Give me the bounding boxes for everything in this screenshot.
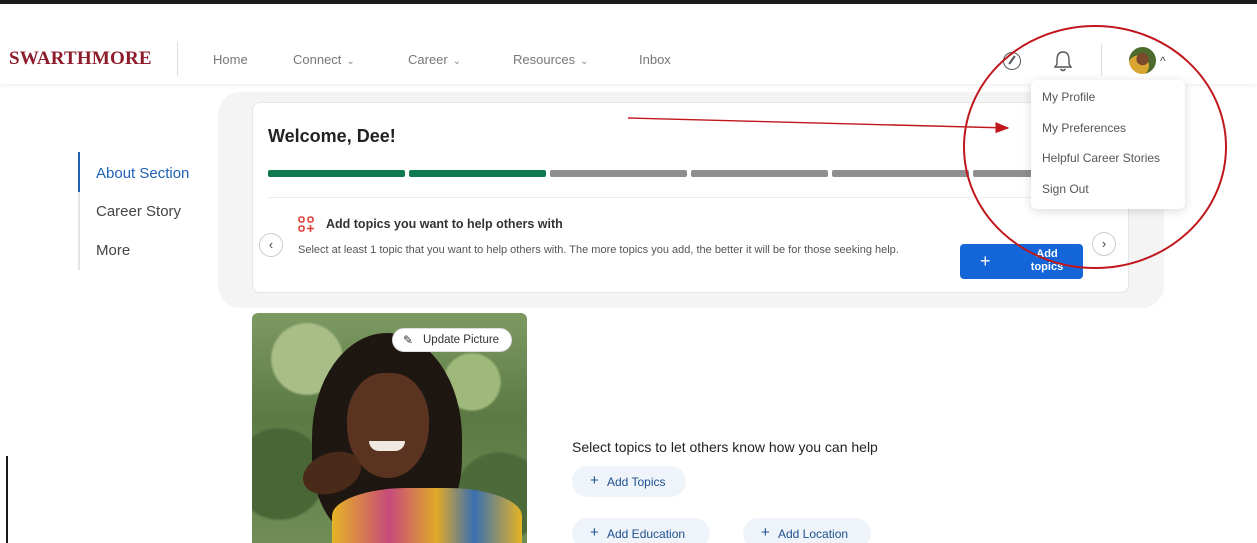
add-topics-chip[interactable]: + Add Topics (572, 466, 686, 497)
nav-career-label: Career (408, 52, 448, 67)
nav-connect-label: Connect (293, 52, 342, 67)
nav-inbox[interactable]: Inbox (639, 52, 671, 67)
progress-segment (832, 170, 969, 177)
avatar[interactable] (1129, 47, 1156, 74)
header-divider (1101, 44, 1102, 76)
step-title: Add topics you want to help others with (326, 217, 563, 231)
card-divider (268, 197, 1113, 198)
add-topics-button[interactable]: + Add topics (960, 244, 1083, 279)
menu-item-my-profile[interactable]: My Profile (1042, 90, 1095, 104)
add-topics-button-label: Add topics (1030, 248, 1064, 273)
step-description: Select at least 1 topic that you want to… (298, 244, 899, 256)
nav-inbox-label: Inbox (639, 52, 671, 67)
update-picture-label: Update Picture (423, 334, 500, 346)
chevron-left-icon: ‹ (268, 237, 274, 252)
previous-step-button[interactable]: ‹ (259, 233, 283, 257)
add-topics-icon (298, 216, 314, 232)
menu-item-sign-out[interactable]: Sign Out (1042, 182, 1089, 196)
nav-career[interactable]: Career ⌄ (408, 52, 461, 67)
chevron-up-icon[interactable]: ^ (1160, 54, 1166, 68)
photo-smile (369, 441, 405, 451)
plus-icon: + (761, 524, 770, 541)
pencil-icon: ✎ (403, 333, 414, 347)
welcome-card: Welcome, Dee! ‹ Add topics you want to h… (252, 102, 1129, 293)
profile-dropdown-menu: My Profile My Preferences Helpful Career… (1031, 80, 1185, 209)
progress-segment (550, 170, 687, 177)
compass-icon[interactable] (1003, 52, 1021, 70)
bell-icon[interactable] (1052, 49, 1074, 73)
nav-connect[interactable]: Connect ⌄ (293, 52, 355, 67)
chevron-down-icon: ⌄ (580, 56, 589, 67)
brand-divider (177, 42, 178, 76)
update-picture-button[interactable]: ✎ Update Picture (392, 328, 512, 352)
active-indicator (78, 152, 80, 192)
profile-section-nav: About Section Career Story More (78, 152, 218, 270)
profile-progress-bar (268, 170, 1110, 177)
next-step-button[interactable]: › (1092, 232, 1116, 256)
add-location-chip-label: Add Location (778, 527, 849, 541)
brand-logo[interactable]: SWARTHMORE (9, 48, 152, 70)
sidebar-item-more[interactable]: More (96, 242, 130, 259)
sidebar-item-career-story[interactable]: Career Story (96, 203, 181, 220)
add-education-chip-label: Add Education (607, 527, 686, 541)
menu-item-my-preferences[interactable]: My Preferences (1042, 121, 1126, 135)
menu-item-helpful-career-stories[interactable]: Helpful Career Stories (1042, 151, 1160, 165)
welcome-title: Welcome, Dee! (268, 126, 396, 146)
chevron-down-icon: ⌄ (346, 56, 355, 67)
add-location-chip[interactable]: + Add Location (743, 518, 871, 543)
plus-icon: + (590, 524, 599, 541)
chevron-down-icon: ⌄ (452, 56, 462, 67)
nav-resources-label: Resources (513, 52, 576, 67)
progress-segment (409, 170, 546, 177)
nav-home-label: Home (213, 52, 248, 67)
nav-resources[interactable]: Resources ⌄ (513, 52, 589, 67)
top-navigation-bar: SWARTHMORE Home Connect ⌄ Career ⌄ Resourc… (0, 4, 1257, 84)
plus-icon: + (590, 472, 599, 489)
add-topics-chip-label: Add Topics (607, 475, 666, 489)
add-education-chip[interactable]: + Add Education (572, 518, 710, 543)
sidebar-item-about-section[interactable]: About Section (96, 165, 189, 182)
select-topics-heading: Select topics to let others know how you… (572, 439, 878, 455)
progress-segment (691, 170, 828, 177)
progress-segment (268, 170, 405, 177)
photo-dress (332, 488, 522, 543)
nav-home[interactable]: Home (213, 52, 248, 67)
plus-icon: + (980, 251, 991, 271)
window-frame-left (6, 456, 8, 543)
chevron-right-icon: › (1101, 236, 1107, 251)
